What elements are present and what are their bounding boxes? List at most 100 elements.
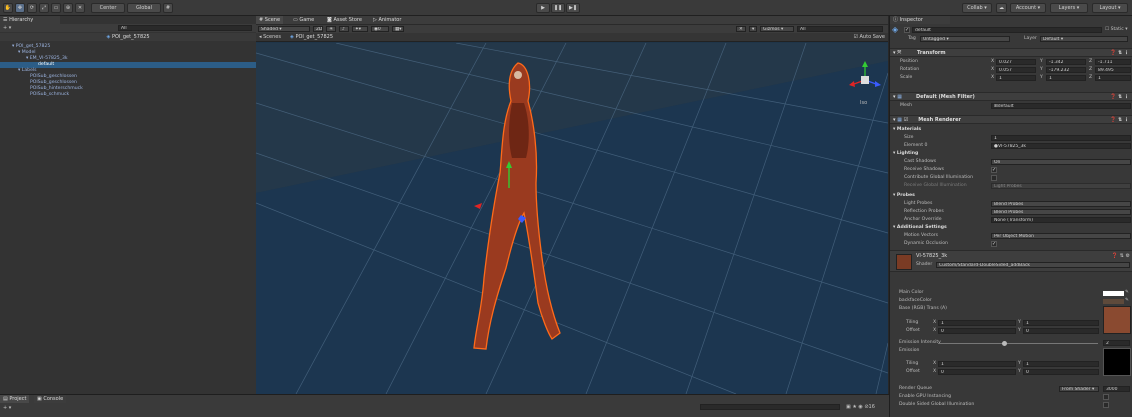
material-settings-icon[interactable]: ❓ ⇅ ⚙ (1112, 253, 1130, 259)
cloud-icon[interactable]: ☁ (996, 3, 1007, 13)
rotate-tool-icon[interactable]: ⟳ (27, 3, 37, 13)
eyedropper-icon[interactable]: ✎ (1125, 297, 1129, 305)
static-dropdown[interactable]: ☐ Static ▾ (1105, 26, 1128, 34)
inspector-tab[interactable]: ⓘ Inspector (890, 16, 950, 24)
light-probes-dropdown[interactable]: Blend Probes (991, 201, 1131, 207)
offset-x-field[interactable]: 0 (938, 328, 1016, 334)
layer-dropdown[interactable]: Default ▾ (1040, 36, 1128, 42)
shading-mode-dropdown[interactable]: Shaded ▾ (258, 26, 310, 32)
probes-row[interactable]: ▾ Probes (890, 192, 1132, 200)
auto-save-toggle[interactable]: ☑ Auto Save (853, 34, 885, 40)
rect-tool-icon[interactable]: ▭ (51, 3, 61, 13)
dynamic-occlusion-checkbox[interactable]: ✓ (991, 241, 997, 247)
emission-slider-track[interactable] (938, 343, 1098, 344)
component-settings-icon[interactable]: ❓ ⇅ ⋮ (1110, 93, 1129, 101)
2d-toggle[interactable]: 2D (313, 26, 323, 32)
dsgi-checkbox[interactable] (1103, 402, 1109, 408)
scale-tool-icon[interactable]: ⤢ (39, 3, 49, 13)
account-dropdown[interactable]: Account ▾ (1010, 3, 1046, 13)
emission-slider-thumb[interactable] (1002, 341, 1007, 346)
mesh-field[interactable]: ⊞default (991, 103, 1131, 109)
pause-button[interactable]: ❚❚ (551, 3, 565, 13)
play-button[interactable]: ▶ (536, 3, 550, 13)
scene-view[interactable]: # Scene ▭ Game ◙ Asset Store ▷ Animator … (256, 16, 888, 394)
project-tab[interactable]: ▤ Project (0, 395, 30, 403)
scene-viewport[interactable]: Iso (256, 43, 888, 394)
tab-asset-store[interactable]: ◙ Asset Store (324, 16, 365, 24)
breadcrumb-back[interactable]: ◂ Scenes (259, 34, 281, 40)
scene-search-input[interactable]: All (797, 26, 883, 32)
transform-tool-icon[interactable]: ⊕ (63, 3, 73, 13)
scale-z-field[interactable]: 1 (1095, 75, 1131, 81)
step-button[interactable]: ▶❚ (566, 3, 580, 13)
render-queue-mode-dropdown[interactable]: From Shader ▾ (1059, 386, 1099, 392)
hand-tool-icon[interactable]: ✋ (3, 3, 13, 13)
layers-dropdown[interactable]: Layers ▾ (1050, 3, 1088, 13)
materials-row[interactable]: ▾ Materials (890, 126, 1132, 134)
rotation-y-field[interactable]: -179.232 (1046, 67, 1086, 73)
backface-color-swatch[interactable] (1103, 299, 1124, 304)
tiling-y-field[interactable]: 1 (1023, 320, 1099, 326)
contribute-gi-checkbox[interactable] (991, 175, 997, 181)
component-settings-icon[interactable]: ❓ ⇅ ⋮ (1110, 116, 1129, 124)
element0-field[interactable]: ●VI-57825_3k (991, 143, 1131, 149)
custom-tool-icon[interactable]: ✕ (75, 3, 85, 13)
mesh-filter-header[interactable]: ▾ ▦ Default (Mesh Filter) ❓ ⇅ ⋮ (890, 92, 1132, 101)
grid-toggle-icon[interactable]: ▦▾ (392, 26, 404, 32)
additional-settings-row[interactable]: ▾ Additional Settings (890, 224, 1132, 232)
tab-scene[interactable]: # Scene (256, 16, 284, 24)
material-header[interactable]: VI-57825_3k Shader Custom/Standard-Doubl… (890, 250, 1132, 272)
layout-dropdown[interactable]: Layout ▾ (1092, 3, 1128, 13)
reflection-probes-dropdown[interactable]: Blend Probes (991, 209, 1131, 215)
hierarchy-tab[interactable]: ☰ Hierarchy (0, 16, 60, 24)
render-queue-field[interactable]: 3000 (1103, 386, 1130, 392)
scale-y-field[interactable]: 1 (1046, 75, 1086, 81)
cast-shadows-dropdown[interactable]: On (991, 159, 1131, 165)
project-add-button[interactable]: + ▾ (3, 405, 11, 411)
position-x-field[interactable]: 0.027 (996, 59, 1036, 65)
gizmos-dropdown[interactable]: Gizmos ▾ (760, 26, 794, 32)
scene-visibility-icon[interactable]: ◉0 (371, 26, 389, 32)
rotation-x-field[interactable]: 0.057 (996, 67, 1036, 73)
size-field[interactable]: 1 (991, 135, 1131, 141)
grid-snap-icon[interactable]: # (163, 3, 173, 13)
tools-icon[interactable]: ✕ (736, 26, 746, 32)
tiling2-y-field[interactable]: 1 (1023, 361, 1099, 367)
effects-toggle-icon[interactable]: ✦▾ (352, 26, 368, 32)
pivot-global-toggle[interactable]: Global (127, 3, 161, 13)
pivot-center-toggle[interactable]: Center (91, 3, 125, 13)
eyedropper-icon[interactable]: ✎ (1125, 289, 1129, 297)
project-filter-icons[interactable]: ▣ ★ ◉ ⊘16 (846, 404, 875, 410)
collab-button[interactable]: Collab ▾ (962, 3, 992, 13)
offset2-x-field[interactable]: 0 (938, 369, 1016, 375)
tiling-x-field[interactable]: 1 (938, 320, 1016, 326)
emission-intensity-field[interactable]: 2 (1103, 340, 1130, 346)
shader-dropdown[interactable]: Custom/Standard-DoubleSided_addBack (936, 262, 1130, 268)
active-checkbox[interactable]: ✓ (904, 27, 910, 33)
tag-dropdown[interactable]: Untagged ▾ (920, 36, 1010, 42)
receive-gi-dropdown[interactable]: Light Probes (991, 183, 1131, 189)
motion-vectors-dropdown[interactable]: Per Object Motion (991, 233, 1131, 239)
hierarchy-row[interactable]: POISub_schmuck (0, 92, 256, 98)
anchor-override-field[interactable]: None (Transform) (991, 217, 1131, 223)
lighting-row[interactable]: ▾ Lighting (890, 150, 1132, 158)
scale-x-field[interactable]: 1 (996, 75, 1036, 81)
console-tab[interactable]: ▣ Console (34, 395, 67, 403)
breadcrumb-current[interactable]: ◈ POI_get_57825 (290, 34, 333, 40)
move-tool-icon[interactable]: ✥ (15, 3, 25, 13)
offset2-y-field[interactable]: 0 (1023, 369, 1099, 375)
hierarchy-add-button[interactable]: + ▾ (3, 25, 11, 31)
object-name-field[interactable]: default (912, 27, 1102, 33)
gpu-instancing-checkbox[interactable] (1103, 394, 1109, 400)
audio-toggle-icon[interactable]: ♪ (339, 26, 349, 32)
camera-settings-icon[interactable]: ▾ (749, 26, 757, 32)
component-settings-icon[interactable]: ❓ ⇅ ⋮ (1110, 49, 1129, 57)
main-color-swatch[interactable] (1103, 291, 1124, 296)
position-z-field[interactable]: -1.711 (1095, 59, 1131, 65)
tiling2-x-field[interactable]: 1 (938, 361, 1016, 367)
project-search-input[interactable] (700, 404, 840, 410)
mesh-renderer-header[interactable]: ▾ ▦ ☑ Mesh Renderer ❓ ⇅ ⋮ (890, 115, 1132, 124)
tab-animator[interactable]: ▷ Animator (370, 16, 405, 24)
receive-shadows-checkbox[interactable]: ✓ (991, 167, 997, 173)
position-y-field[interactable]: -1.342 (1046, 59, 1086, 65)
